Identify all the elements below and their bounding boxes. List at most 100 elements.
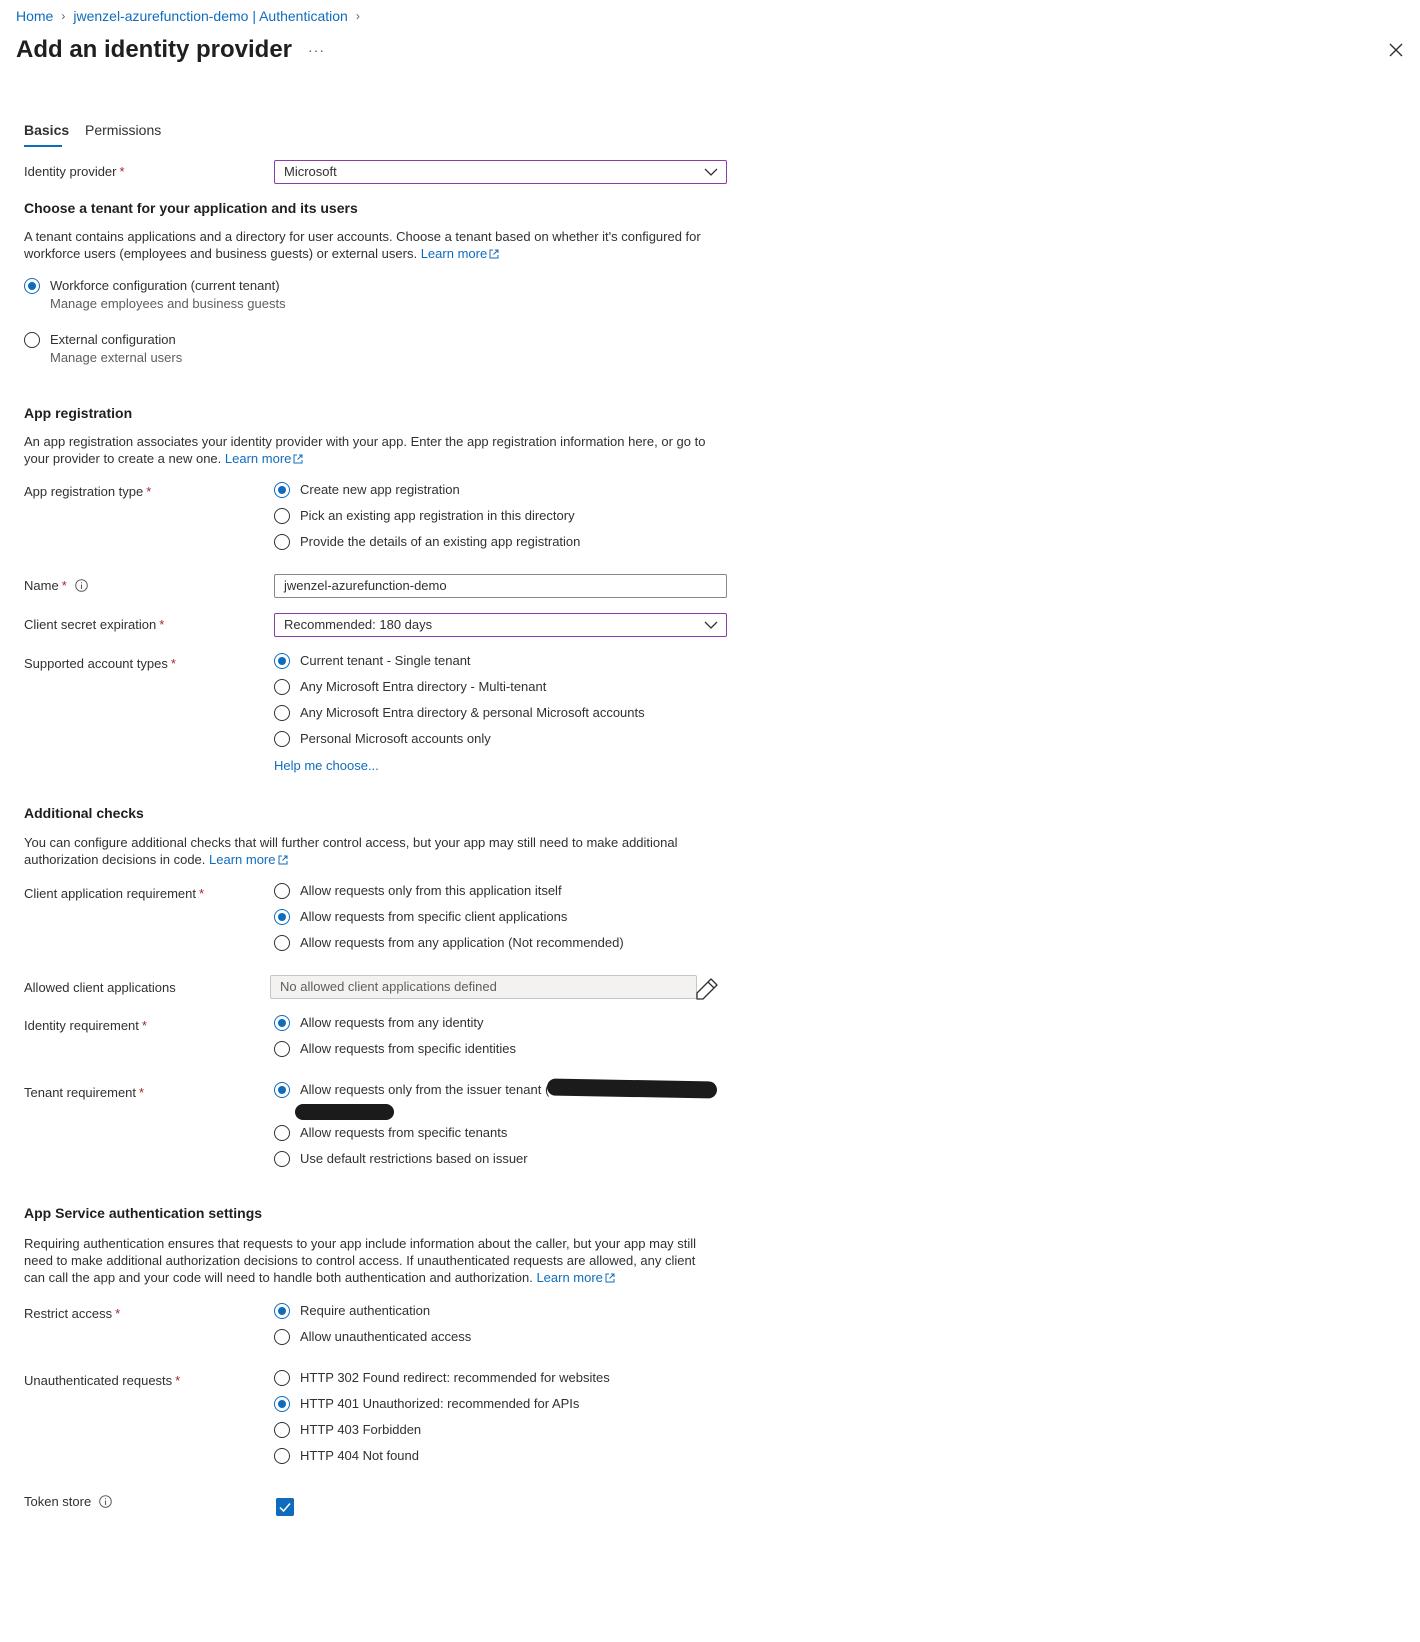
- client-application-requirement-label: Client application requirement *: [24, 886, 205, 901]
- page-title: Add an identity provider: [16, 36, 293, 63]
- radio-label: Any Microsoft Entra directory & personal…: [300, 705, 645, 720]
- radio-create-new-app-registration[interactable]: Create new app registration: [274, 481, 460, 499]
- app-registration-description: An app registration associates your iden…: [24, 434, 706, 466]
- radio-http-401[interactable]: HTTP 401 Unauthorized: recommended for A…: [274, 1395, 579, 1413]
- radio-indicator: [274, 1448, 290, 1464]
- radio-indicator: [274, 935, 290, 951]
- redaction-mark: [546, 1078, 718, 1099]
- radio-workforce-configuration[interactable]: Workforce configuration (current tenant)…: [24, 277, 286, 313]
- radio-multi-tenant-personal[interactable]: Any Microsoft Entra directory & personal…: [274, 704, 645, 722]
- radio-label: Pick an existing app registration in thi…: [300, 508, 575, 523]
- radio-sublabel: Manage external users: [50, 350, 183, 365]
- info-icon[interactable]: [74, 579, 88, 592]
- radio-indicator: [274, 883, 290, 899]
- chevron-right-icon: ›: [355, 9, 360, 23]
- app-service-auth-title: App Service authentication settings: [24, 1205, 263, 1221]
- tab-permissions[interactable]: Permissions: [85, 122, 161, 138]
- redaction-mark: [295, 1104, 394, 1120]
- unauthenticated-requests-label: Unauthenticated requests *: [24, 1373, 181, 1388]
- additional-checks-learn-more-link[interactable]: Learn more: [209, 852, 287, 867]
- radio-require-authentication[interactable]: Require authentication: [274, 1302, 430, 1320]
- radio-default-restrictions[interactable]: Use default restrictions based on issuer: [274, 1150, 528, 1168]
- radio-specific-client-applications[interactable]: Allow requests from specific client appl…: [274, 908, 567, 926]
- radio-label: Allow requests only from the issuer tena…: [300, 1082, 550, 1097]
- app-name-input[interactable]: jwenzel-azurefunction-demo: [274, 574, 727, 598]
- tab-basics[interactable]: Basics: [24, 122, 69, 138]
- identity-provider-select[interactable]: Microsoft: [274, 160, 727, 184]
- radio-indicator: [274, 482, 290, 498]
- radio-indicator: [274, 1370, 290, 1386]
- client-secret-expiration-label: Client secret expiration *: [24, 617, 165, 632]
- external-link-icon: [489, 249, 499, 259]
- radio-pick-existing-app-registration[interactable]: Pick an existing app registration in thi…: [274, 507, 575, 525]
- token-store-checkbox[interactable]: [276, 1498, 294, 1516]
- allowed-client-applications-field: No allowed client applications defined: [270, 975, 697, 999]
- close-icon[interactable]: [1386, 40, 1406, 60]
- radio-indicator: [274, 1041, 290, 1057]
- radio-label: Use default restrictions based on issuer: [300, 1151, 528, 1166]
- radio-label: HTTP 404 Not found: [300, 1448, 419, 1463]
- radio-specific-tenants[interactable]: Allow requests from specific tenants: [274, 1124, 507, 1142]
- tab-active-indicator: [24, 145, 62, 147]
- additional-checks-title: Additional checks: [24, 805, 144, 821]
- tenant-requirement-label: Tenant requirement *: [24, 1085, 145, 1100]
- radio-label: Require authentication: [300, 1303, 431, 1318]
- supported-account-types-label: Supported account types *: [24, 656, 176, 671]
- radio-label: Workforce configuration (current tenant): [50, 278, 280, 293]
- radio-multi-tenant[interactable]: Any Microsoft Entra directory - Multi-te…: [274, 678, 546, 696]
- radio-issuer-tenant[interactable]: Allow requests only from the issuer tena…: [274, 1081, 549, 1099]
- radio-label: Create new app registration: [300, 482, 460, 497]
- chevron-down-icon: [704, 168, 718, 176]
- radio-http-404[interactable]: HTTP 404 Not found: [274, 1447, 419, 1465]
- pencil-edit-icon[interactable]: [694, 976, 720, 1002]
- radio-indicator: [274, 1151, 290, 1167]
- radio-external-configuration[interactable]: External configuration Manage external us…: [24, 331, 182, 367]
- radio-label: Allow requests from specific identities: [300, 1041, 517, 1056]
- radio-label: Any Microsoft Entra directory - Multi-te…: [300, 679, 547, 694]
- identity-provider-label: Identity provider *: [24, 164, 125, 179]
- app-service-auth-description: Requiring authentication ensures that re…: [24, 1236, 697, 1285]
- tenant-description: A tenant contains applications and a dir…: [24, 229, 701, 261]
- external-link-icon: [605, 1273, 615, 1283]
- name-label: Name *: [24, 578, 88, 593]
- breadcrumb-home-link[interactable]: Home: [16, 8, 53, 24]
- info-icon[interactable]: [99, 1495, 113, 1508]
- identity-requirement-label: Identity requirement *: [24, 1018, 147, 1033]
- tenant-learn-more-link[interactable]: Learn more: [421, 246, 499, 261]
- radio-specific-identities[interactable]: Allow requests from specific identities: [274, 1040, 516, 1058]
- radio-indicator: [274, 1303, 290, 1319]
- radio-single-tenant[interactable]: Current tenant - Single tenant: [274, 652, 471, 670]
- radio-label: Allow requests from specific client appl…: [300, 909, 568, 924]
- radio-sublabel: Manage employees and business guests: [50, 296, 286, 311]
- help-me-choose-link[interactable]: Help me choose...: [274, 758, 379, 773]
- more-options-button[interactable]: ···: [308, 42, 325, 58]
- radio-label: Provide the details of an existing app r…: [300, 534, 581, 549]
- radio-only-this-application[interactable]: Allow requests only from this applicatio…: [274, 882, 562, 900]
- app-registration-learn-more-link[interactable]: Learn more: [225, 451, 303, 466]
- radio-allow-unauthenticated[interactable]: Allow unauthenticated access: [274, 1328, 471, 1346]
- radio-http-302[interactable]: HTTP 302 Found redirect: recommended for…: [274, 1369, 610, 1387]
- radio-label: HTTP 401 Unauthorized: recommended for A…: [300, 1396, 580, 1411]
- chevron-down-icon: [704, 621, 718, 629]
- breadcrumb: Home › jwenzel-azurefunction-demo | Auth…: [16, 8, 360, 24]
- radio-indicator: [274, 653, 290, 669]
- radio-http-403[interactable]: HTTP 403 Forbidden: [274, 1421, 421, 1439]
- allowed-client-applications-label: Allowed client applications: [24, 980, 176, 995]
- breadcrumb-resource-link[interactable]: jwenzel-azurefunction-demo | Authenticat…: [73, 8, 347, 24]
- radio-indicator: [274, 909, 290, 925]
- radio-indicator: [24, 332, 40, 348]
- radio-label: Allow requests only from this applicatio…: [300, 883, 562, 898]
- radio-indicator: [274, 731, 290, 747]
- additional-checks-description: You can configure additional checks that…: [24, 835, 678, 867]
- restrict-access-label: Restrict access *: [24, 1306, 121, 1321]
- radio-any-application[interactable]: Allow requests from any application (Not…: [274, 934, 624, 952]
- app-service-learn-more-link[interactable]: Learn more: [536, 1270, 615, 1285]
- radio-label: External configuration: [50, 332, 176, 347]
- token-store-label: Token store: [24, 1494, 113, 1509]
- app-registration-title: App registration: [24, 405, 133, 421]
- radio-provide-existing-app-registration[interactable]: Provide the details of an existing app r…: [274, 533, 580, 551]
- client-secret-expiration-select[interactable]: Recommended: 180 days: [274, 613, 727, 637]
- radio-personal-only[interactable]: Personal Microsoft accounts only: [274, 730, 491, 748]
- radio-any-identity[interactable]: Allow requests from any identity: [274, 1014, 484, 1032]
- radio-label: HTTP 302 Found redirect: recommended for…: [300, 1370, 610, 1385]
